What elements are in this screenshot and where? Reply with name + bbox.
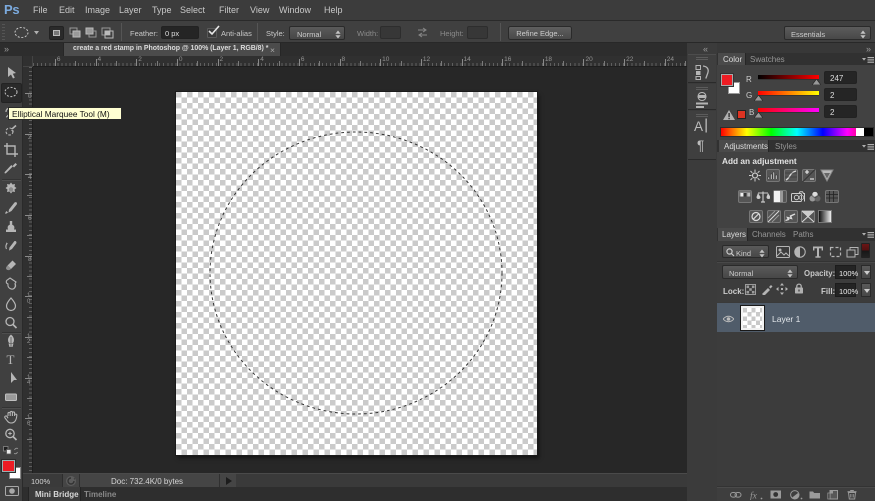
svg-text:A: A	[694, 119, 703, 134]
svg-text:¶: ¶	[697, 138, 704, 153]
svg-text:fx: fx	[750, 491, 758, 501]
svg-text:T: T	[7, 352, 15, 367]
